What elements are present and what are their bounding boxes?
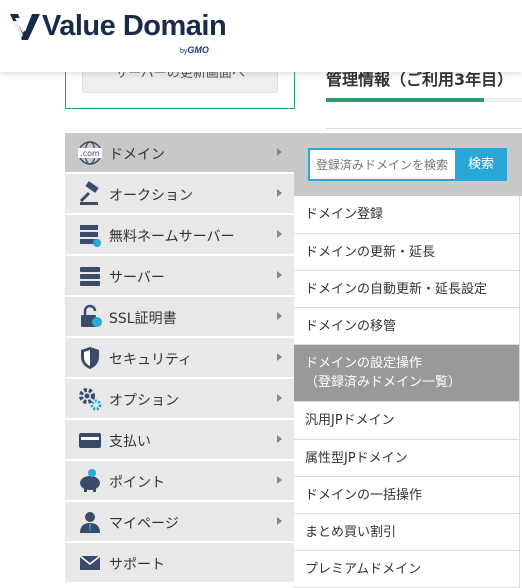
menu-item-label: マイページ [109, 516, 179, 532]
brand-name: Value Domain [42, 10, 227, 42]
security-shield-icon [81, 347, 99, 369]
menu-item-label: 無料ネームサーバー [109, 229, 235, 245]
payment-card-icon [79, 433, 101, 448]
submenu-item-general-jp[interactable]: 汎用JPドメイン [294, 402, 520, 440]
chevron-right-icon [277, 517, 282, 525]
option-gear-icon [79, 388, 102, 411]
chevron-right-icon [277, 394, 282, 402]
chevron-right-icon [277, 271, 282, 279]
brand-by-gmo: byGMO [180, 45, 209, 55]
svg-text:.com: .com [80, 149, 100, 158]
submenu-search-bar: 検索 [294, 133, 522, 196]
submenu-item-label: ドメインの設定操作 [305, 356, 423, 371]
submenu-item-domain-settings[interactable]: ドメインの設定操作 （登録済みドメイン一覧） [294, 345, 520, 402]
menu-item-ssl[interactable]: SSL証明書 [65, 297, 294, 337]
menu-item-label: 支払い [109, 434, 151, 450]
domain-submenu: 検索 ドメイン登録 ドメインの更新・延長 ドメインの自動更新・延長設定 ドメイン… [294, 133, 522, 588]
menu-item-server[interactable]: サーバー [65, 256, 294, 296]
ssl-lock-icon [81, 304, 102, 327]
menu-item-free-nameserver[interactable]: 無料ネームサーバー [65, 215, 294, 255]
menu-item-label: ポイント [109, 475, 165, 491]
submenu-item-sublabel: （登録済みドメイン一覧） [305, 375, 462, 390]
menu-item-mypage[interactable]: マイページ [65, 502, 294, 542]
submenu-item-attribute-jp[interactable]: 属性型JPドメイン [294, 440, 520, 477]
menu-item-support[interactable]: サポート [65, 543, 294, 583]
chevron-right-icon [277, 148, 282, 156]
mypage-user-icon [80, 512, 100, 533]
menu-item-label: ドメイン [109, 147, 165, 163]
point-piggybank-icon [80, 469, 100, 492]
menu-item-label: オークション [109, 188, 193, 204]
submenu-item-auto-renew[interactable]: ドメインの自動更新・延長設定 [294, 271, 520, 308]
menu-item-label: SSL証明書 [109, 311, 177, 327]
menu-item-label: サーバー [109, 270, 165, 286]
menu-item-payment[interactable]: 支払い [65, 420, 294, 460]
chevron-right-icon [277, 476, 282, 484]
submenu-item-domain-transfer[interactable]: ドメインの移管 [294, 308, 520, 345]
submenu-item-domain-register[interactable]: ドメイン登録 [294, 196, 520, 234]
submenu-item-bulk-discount[interactable]: まとめ買い割引 [294, 514, 520, 551]
chevron-right-icon [277, 312, 282, 320]
menu-item-label: サポート [109, 557, 165, 573]
server-icon [80, 267, 100, 286]
menu-item-domain[interactable]: .com ドメイン [65, 133, 294, 173]
main-menu: .com ドメイン オークション 無料ネームサーバー サーバー SSL証明書 セ… [65, 133, 294, 583]
menu-item-label: オプション [109, 393, 179, 409]
nameserver-icon [80, 225, 101, 247]
site-header: Value Domain byGMO [0, 0, 522, 72]
submenu-item-bulk-operation[interactable]: ドメインの一括操作 [294, 477, 520, 514]
chevron-right-icon [277, 230, 282, 238]
submenu-item-premium-domain[interactable]: プレミアムドメイン [294, 551, 520, 588]
chevron-right-icon [277, 435, 282, 443]
menu-item-point[interactable]: ポイント [65, 461, 294, 501]
domain-search-input[interactable] [308, 148, 455, 181]
domain-com-icon: .com [78, 141, 102, 165]
submenu-item-domain-renew[interactable]: ドメインの更新・延長 [294, 234, 520, 271]
menu-item-label: セキュリティ [109, 352, 193, 368]
management-tab-active [326, 98, 484, 102]
auction-gavel-icon [79, 181, 99, 205]
menu-item-security[interactable]: セキュリティ [65, 338, 294, 378]
value-domain-v-icon [10, 14, 40, 40]
menu-item-auction[interactable]: オークション [65, 174, 294, 214]
chevron-right-icon [277, 353, 282, 361]
server-update-button[interactable]: サーバーの更新画面へ [82, 70, 278, 93]
search-button[interactable]: 検索 [455, 148, 507, 181]
support-mail-icon [79, 555, 101, 570]
chevron-right-icon [277, 189, 282, 197]
menu-item-option[interactable]: オプション [65, 379, 294, 419]
